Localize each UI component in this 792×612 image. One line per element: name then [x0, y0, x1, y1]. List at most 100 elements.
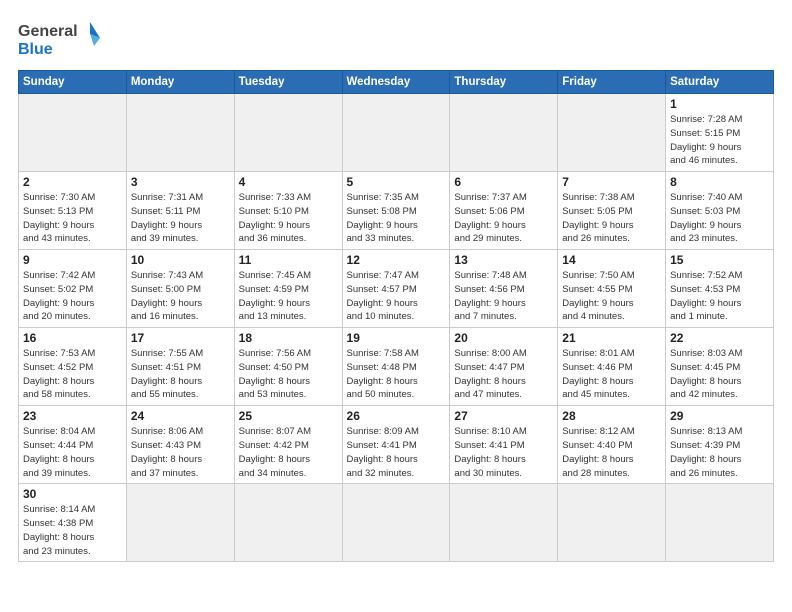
day-header-wednesday: Wednesday [342, 71, 450, 94]
day-info: Sunrise: 8:12 AM Sunset: 4:40 PM Dayligh… [562, 425, 661, 480]
day-header-monday: Monday [126, 71, 234, 94]
day-info: Sunrise: 7:53 AM Sunset: 4:52 PM Dayligh… [23, 347, 122, 402]
day-info: Sunrise: 7:28 AM Sunset: 5:15 PM Dayligh… [670, 113, 769, 168]
day-info: Sunrise: 8:14 AM Sunset: 4:38 PM Dayligh… [23, 503, 122, 558]
day-info: Sunrise: 8:03 AM Sunset: 4:45 PM Dayligh… [670, 347, 769, 402]
calendar-cell: 26 Sunrise: 8:09 AM Sunset: 4:41 PM Dayli… [342, 406, 450, 484]
calendar-cell: 5 Sunrise: 7:35 AM Sunset: 5:08 PM Daylig… [342, 172, 450, 250]
day-info: Sunrise: 7:47 AM Sunset: 4:57 PM Dayligh… [347, 269, 446, 324]
calendar-cell [342, 94, 450, 172]
generalblue-logo: GeneralBlue [18, 18, 108, 60]
day-number: 21 [562, 331, 661, 345]
day-number: 3 [131, 175, 230, 189]
day-number: 2 [23, 175, 122, 189]
calendar-cell: 19 Sunrise: 7:58 AM Sunset: 4:48 PM Dayli… [342, 328, 450, 406]
day-number: 28 [562, 409, 661, 423]
day-header-thursday: Thursday [450, 71, 558, 94]
day-number: 16 [23, 331, 122, 345]
day-info: Sunrise: 8:01 AM Sunset: 4:46 PM Dayligh… [562, 347, 661, 402]
calendar-cell: 15 Sunrise: 7:52 AM Sunset: 4:53 PM Dayli… [666, 250, 774, 328]
day-info: Sunrise: 7:52 AM Sunset: 4:53 PM Dayligh… [670, 269, 769, 324]
day-number: 26 [347, 409, 446, 423]
day-info: Sunrise: 7:40 AM Sunset: 5:03 PM Dayligh… [670, 191, 769, 246]
day-number: 19 [347, 331, 446, 345]
calendar-cell: 22 Sunrise: 8:03 AM Sunset: 4:45 PM Dayli… [666, 328, 774, 406]
svg-text:General: General [18, 23, 78, 40]
calendar-cell: 27 Sunrise: 8:10 AM Sunset: 4:41 PM Dayli… [450, 406, 558, 484]
calendar-cell: 18 Sunrise: 7:56 AM Sunset: 4:50 PM Dayli… [234, 328, 342, 406]
day-info: Sunrise: 8:09 AM Sunset: 4:41 PM Dayligh… [347, 425, 446, 480]
day-info: Sunrise: 8:06 AM Sunset: 4:43 PM Dayligh… [131, 425, 230, 480]
day-info: Sunrise: 7:45 AM Sunset: 4:59 PM Dayligh… [239, 269, 338, 324]
calendar-cell [558, 484, 666, 562]
day-info: Sunrise: 7:58 AM Sunset: 4:48 PM Dayligh… [347, 347, 446, 402]
calendar-cell: 9Sunrise: 7:42 AM Sunset: 5:02 PM Daylig… [19, 250, 127, 328]
day-info: Sunrise: 7:50 AM Sunset: 4:55 PM Dayligh… [562, 269, 661, 324]
calendar-cell [666, 484, 774, 562]
day-number: 22 [670, 331, 769, 345]
day-info: Sunrise: 7:30 AM Sunset: 5:13 PM Dayligh… [23, 191, 122, 246]
day-info: Sunrise: 7:55 AM Sunset: 4:51 PM Dayligh… [131, 347, 230, 402]
calendar-cell: 29 Sunrise: 8:13 AM Sunset: 4:39 PM Dayli… [666, 406, 774, 484]
calendar-cell: 13 Sunrise: 7:48 AM Sunset: 4:56 PM Dayli… [450, 250, 558, 328]
day-number: 5 [347, 175, 446, 189]
day-number: 27 [454, 409, 553, 423]
calendar-cell: 14 Sunrise: 7:50 AM Sunset: 4:55 PM Dayli… [558, 250, 666, 328]
logo: GeneralBlue [18, 18, 108, 60]
day-info: Sunrise: 7:56 AM Sunset: 4:50 PM Dayligh… [239, 347, 338, 402]
day-header-sunday: Sunday [19, 71, 127, 94]
calendar-cell [558, 94, 666, 172]
calendar-cell: 4Sunrise: 7:33 AM Sunset: 5:10 PM Daylig… [234, 172, 342, 250]
day-number: 24 [131, 409, 230, 423]
day-number: 12 [347, 253, 446, 267]
day-number: 6 [454, 175, 553, 189]
day-number: 14 [562, 253, 661, 267]
day-info: Sunrise: 7:38 AM Sunset: 5:05 PM Dayligh… [562, 191, 661, 246]
svg-text:Blue: Blue [18, 41, 53, 58]
day-number: 8 [670, 175, 769, 189]
day-number: 9 [23, 253, 122, 267]
day-number: 13 [454, 253, 553, 267]
calendar-cell: 11 Sunrise: 7:45 AM Sunset: 4:59 PM Dayli… [234, 250, 342, 328]
day-number: 1 [670, 97, 769, 111]
calendar-cell: 21 Sunrise: 8:01 AM Sunset: 4:46 PM Dayli… [558, 328, 666, 406]
day-number: 29 [670, 409, 769, 423]
day-info: Sunrise: 7:35 AM Sunset: 5:08 PM Dayligh… [347, 191, 446, 246]
day-number: 11 [239, 253, 338, 267]
day-header-tuesday: Tuesday [234, 71, 342, 94]
calendar-cell: 3 Sunrise: 7:31 AM Sunset: 5:11 PM Daylig… [126, 172, 234, 250]
day-number: 15 [670, 253, 769, 267]
calendar-cell [450, 484, 558, 562]
day-number: 23 [23, 409, 122, 423]
day-info: Sunrise: 7:33 AM Sunset: 5:10 PM Dayligh… [239, 191, 338, 246]
calendar-cell: 25 Sunrise: 8:07 AM Sunset: 4:42 PM Dayli… [234, 406, 342, 484]
day-info: Sunrise: 7:31 AM Sunset: 5:11 PM Dayligh… [131, 191, 230, 246]
day-info: Sunrise: 8:07 AM Sunset: 4:42 PM Dayligh… [239, 425, 338, 480]
calendar-cell: 1 Sunrise: 7:28 AM Sunset: 5:15 PM Daylig… [666, 94, 774, 172]
day-info: Sunrise: 8:13 AM Sunset: 4:39 PM Dayligh… [670, 425, 769, 480]
calendar-cell [126, 94, 234, 172]
day-info: Sunrise: 7:37 AM Sunset: 5:06 PM Dayligh… [454, 191, 553, 246]
calendar-cell [19, 94, 127, 172]
page-header: GeneralBlue [18, 18, 774, 60]
calendar-cell [342, 484, 450, 562]
day-info: Sunrise: 8:04 AM Sunset: 4:44 PM Dayligh… [23, 425, 122, 480]
calendar-cell [450, 94, 558, 172]
calendar-cell: 17Sunrise: 7:55 AM Sunset: 4:51 PM Dayli… [126, 328, 234, 406]
calendar-cell [234, 94, 342, 172]
calendar-table: SundayMondayTuesdayWednesdayThursdayFrid… [18, 70, 774, 562]
calendar-cell [234, 484, 342, 562]
calendar-cell: 2 Sunrise: 7:30 AM Sunset: 5:13 PM Daylig… [19, 172, 127, 250]
day-info: Sunrise: 7:43 AM Sunset: 5:00 PM Dayligh… [131, 269, 230, 324]
calendar-cell: 7 Sunrise: 7:38 AM Sunset: 5:05 PM Daylig… [558, 172, 666, 250]
day-number: 7 [562, 175, 661, 189]
day-number: 25 [239, 409, 338, 423]
day-header-saturday: Saturday [666, 71, 774, 94]
day-number: 20 [454, 331, 553, 345]
day-number: 10 [131, 253, 230, 267]
calendar-cell: 10 Sunrise: 7:43 AM Sunset: 5:00 PM Dayli… [126, 250, 234, 328]
day-info: Sunrise: 7:48 AM Sunset: 4:56 PM Dayligh… [454, 269, 553, 324]
day-info: Sunrise: 8:10 AM Sunset: 4:41 PM Dayligh… [454, 425, 553, 480]
day-number: 18 [239, 331, 338, 345]
day-info: Sunrise: 8:00 AM Sunset: 4:47 PM Dayligh… [454, 347, 553, 402]
